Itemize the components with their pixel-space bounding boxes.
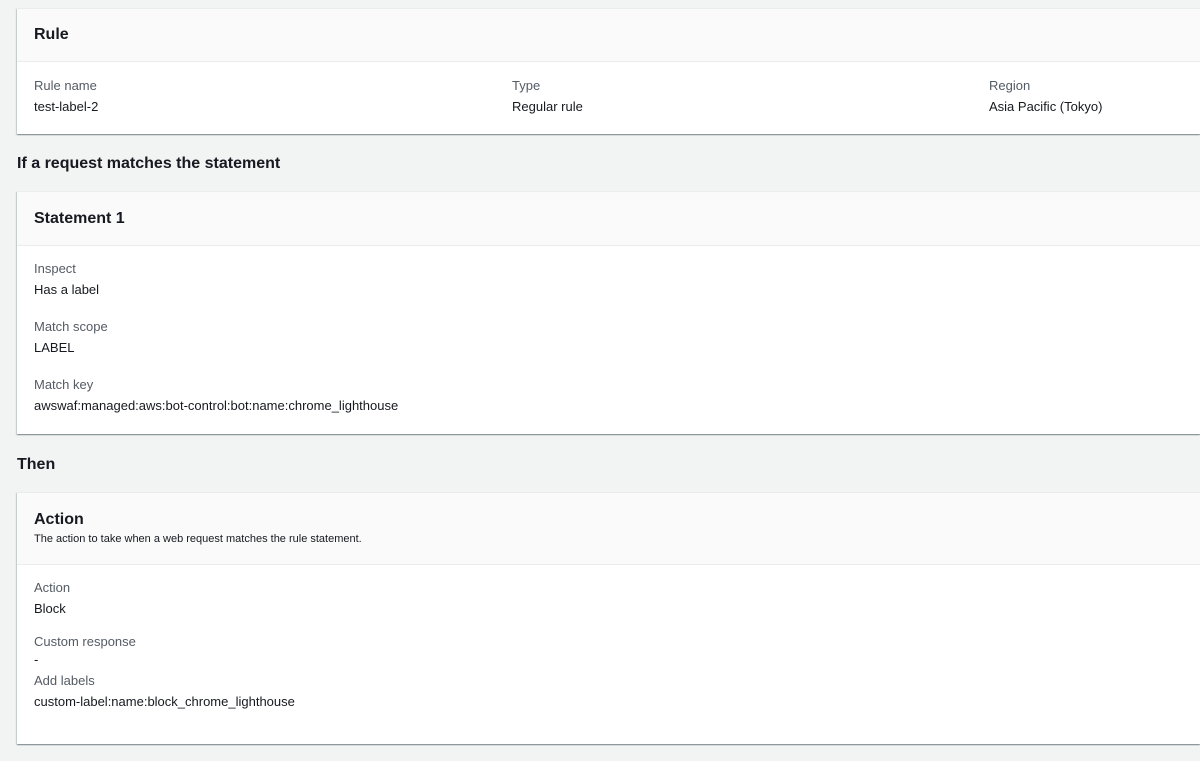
rule-region-value: Asia Pacific (Tokyo) (989, 99, 1103, 114)
rule-name-value: test-label-2 (34, 99, 99, 114)
match-scope-value: LABEL (34, 340, 75, 355)
rule-region-field: Region Asia Pacific (Tokyo) (989, 78, 1102, 114)
match-scope-field: Match scope LABEL (34, 319, 108, 355)
rule-panel-header: Rule (17, 9, 1200, 62)
action-value: Block (34, 601, 66, 616)
rule-panel-title: Rule (34, 26, 69, 43)
match-key-field: Match key awswaf:managed:aws:bot-control… (34, 377, 398, 413)
match-key-label: Match key (34, 377, 94, 392)
custom-response-label: Custom response (34, 634, 136, 649)
then-heading: Then (17, 456, 56, 473)
inspect-field: Inspect Has a label (34, 261, 99, 297)
rule-type-label: Type (512, 78, 541, 93)
if-statement-heading: If a request matches the statement (17, 155, 281, 172)
add-labels-value: custom-label:name:block_chrome_lighthous… (34, 694, 295, 709)
action-panel: Action The action to take when a web req… (17, 492, 1200, 744)
action-panel-title: Action (34, 511, 84, 528)
action-panel-header: Action The action to take when a web req… (17, 493, 1200, 565)
statement-panel-title: Statement 1 (34, 210, 125, 227)
rule-type-field: Type Regular rule (512, 78, 583, 114)
action-field: Action Block (34, 580, 70, 616)
inspect-value: Has a label (34, 282, 100, 297)
statement-panel: Statement 1 Inspect Has a label Match sc… (17, 191, 1200, 434)
custom-response-field: Custom response - (34, 634, 136, 667)
action-panel-description: The action to take when a web request ma… (34, 533, 362, 545)
match-key-value: awswaf:managed:aws:bot-control:bot:name:… (34, 398, 399, 413)
statement-panel-header: Statement 1 (17, 192, 1200, 246)
rule-region-label: Region (989, 78, 1031, 93)
inspect-label: Inspect (34, 261, 76, 276)
rule-name-field: Rule name test-label-2 (34, 78, 98, 114)
rule-panel: Rule Rule name test-label-2 Type Regular… (17, 8, 1200, 134)
custom-response-value: - (34, 652, 39, 667)
match-scope-label: Match scope (34, 319, 108, 334)
add-labels-field: Add labels custom-label:name:block_chrom… (34, 673, 295, 709)
rule-type-value: Regular rule (512, 99, 583, 114)
rule-name-label: Rule name (34, 78, 97, 93)
action-label: Action (34, 580, 71, 595)
add-labels-label: Add labels (34, 673, 95, 688)
